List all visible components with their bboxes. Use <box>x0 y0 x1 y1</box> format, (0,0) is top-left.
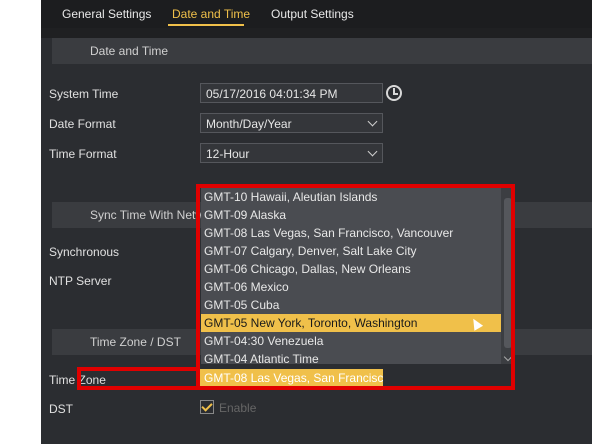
section-title: Time Zone / DST <box>90 335 181 349</box>
time-format-value: 12-Hour <box>206 147 250 161</box>
tab-date-and-time[interactable]: Date and Time <box>172 7 250 21</box>
section-date-and-time: Date and Time <box>52 38 592 64</box>
system-time-field[interactable]: 05/17/2016 04:01:34 PM <box>200 83 383 103</box>
synchronous-label: Synchronous <box>49 245 120 259</box>
highlight-box-dropdown <box>196 184 515 390</box>
system-time-value: 05/17/2016 04:01:34 PM <box>206 87 338 101</box>
date-format-value: Month/Day/Year <box>206 117 292 131</box>
dst-enable-text: Enable <box>219 401 257 415</box>
date-format-select[interactable]: Month/Day/Year <box>200 113 383 133</box>
time-format-label: Time Format <box>49 147 117 161</box>
date-format-label: Date Format <box>49 117 116 131</box>
tab-output-settings[interactable]: Output Settings <box>271 7 354 21</box>
system-time-label: System Time <box>49 87 119 101</box>
tab-general-settings[interactable]: General Settings <box>62 7 151 21</box>
chevron-down-icon <box>367 116 378 127</box>
clock-icon[interactable] <box>386 85 402 101</box>
tab-bar: General Settings Date and Time Output Se… <box>41 0 592 28</box>
section-title: Date and Time <box>90 44 169 58</box>
highlight-box-time-zone <box>77 367 199 390</box>
chevron-down-icon <box>367 146 378 157</box>
dst-label: DST <box>49 402 73 416</box>
section-title: Sync Time With Netw <box>90 208 205 222</box>
dst-checkbox[interactable] <box>200 400 214 414</box>
active-tab-indicator <box>168 24 244 26</box>
time-format-select[interactable]: 12-Hour <box>200 143 383 163</box>
ntp-server-label: NTP Server <box>49 274 112 288</box>
